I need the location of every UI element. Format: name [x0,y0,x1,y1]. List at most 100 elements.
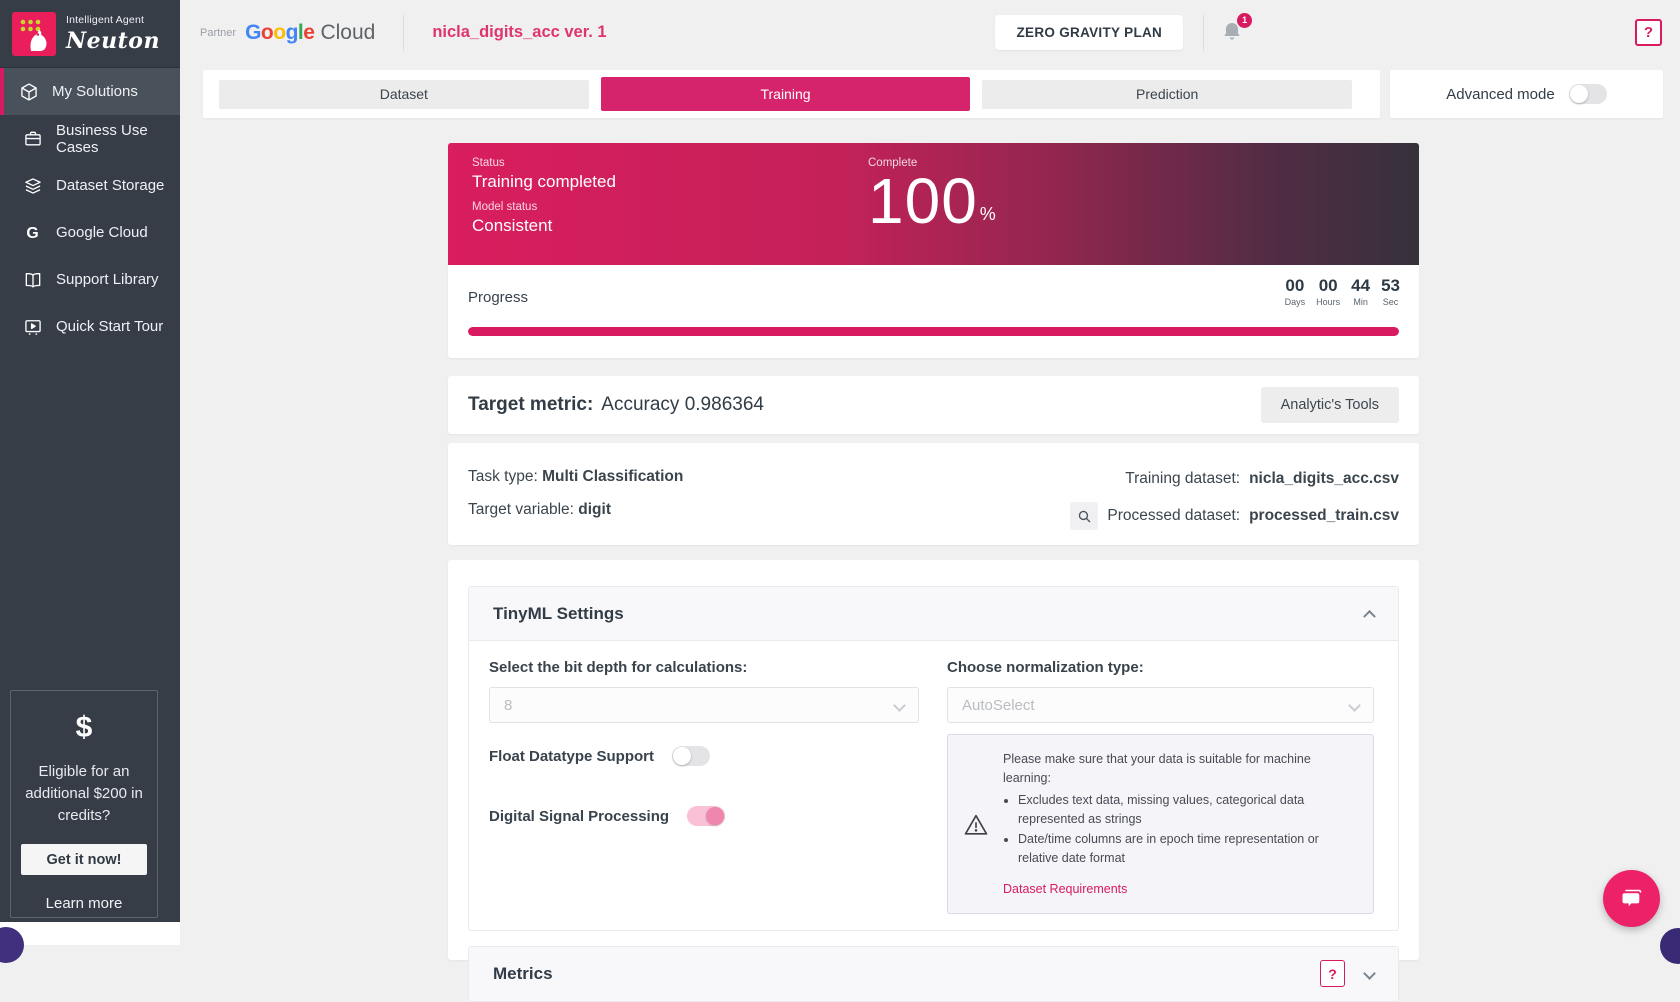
training-dataset-value: nicla_digits_acc.csv [1249,470,1399,488]
training-status-banner: Status Training completed Model status C… [448,143,1419,265]
project-name[interactable]: nicla_digits_acc ver. 1 [432,23,606,42]
target-metric-value: Accuracy 0.986364 [601,394,764,415]
warning-bullet: Date/time columns are in epoch time repr… [1018,830,1357,869]
plan-button[interactable]: ZERO GRAVITY PLAN [995,15,1183,50]
target-variable-label: Target variable: [468,501,578,518]
tab-prediction[interactable]: Prediction [982,80,1352,109]
sidebar-item-my-solutions[interactable]: My Solutions [0,68,180,115]
task-info-card: Task type: Multi Classification Target v… [448,443,1419,545]
normalization-select[interactable]: AutoSelect [947,687,1374,723]
sidebar-item-label: My Solutions [52,83,138,100]
sidebar-item-business-use-cases[interactable]: Business Use Cases [0,115,180,162]
metrics-section: Metrics ? [468,946,1399,1002]
timer-sec: 53 [1381,276,1400,296]
bit-depth-value: 8 [504,697,512,714]
google-logo-letters: Google [245,21,314,45]
timer-hours: 00 [1316,276,1340,296]
float-support-toggle[interactable] [672,746,710,766]
top-header: Partner Google Cloud nicla_digits_acc ve… [180,0,1680,65]
tinyml-settings-section: TinyML Settings Select the bit depth for… [468,586,1399,931]
chat-launcher-button[interactable] [1603,870,1660,927]
partner-label: Partner [200,27,236,39]
svg-text:G: G [26,225,38,242]
notifications-bell[interactable]: 1 [1220,20,1246,46]
data-warning-box: Please make sure that your data is suita… [947,734,1374,914]
progress-card: Progress 00Days 00Hours 44Min 53Sec [448,265,1419,358]
progress-label: Progress [468,289,528,306]
advanced-mode-card: Advanced mode [1390,70,1663,118]
brand-logo[interactable]: Intelligent Agent Neuton [0,0,180,68]
timer-min: 44 [1351,276,1370,296]
warning-triangle-icon [962,811,990,839]
credits-promo-card: $ Eligible for an additional $200 in cre… [10,690,158,918]
play-screen-icon [23,317,43,337]
analytics-tools-button[interactable]: Analytic's Tools [1261,387,1399,423]
model-status-value: Consistent [472,216,616,236]
sidebar-nav: My Solutions Business Use Cases Dataset … [0,68,180,350]
sidebar-item-quick-start-tour[interactable]: Quick Start Tour [0,303,180,350]
advanced-mode-label: Advanced mode [1446,86,1554,103]
dollar-icon: $ [21,711,147,745]
sidebar: Intelligent Agent Neuton My Solutions Bu… [0,0,180,922]
model-status-label: Model status [472,201,616,213]
dataset-requirements-link[interactable]: Dataset Requirements [1003,880,1127,899]
sidebar-bottom-strip [0,922,180,945]
header-divider [403,15,404,51]
tab-training[interactable]: Training [601,77,971,111]
normalization-label: Choose normalization type: [947,659,1374,676]
metrics-header[interactable]: Metrics ? [469,947,1398,1001]
chevron-up-icon[interactable] [1363,610,1376,623]
cube-icon [19,82,39,102]
elapsed-timer: 00Days 00Hours 44Min 53Sec [1285,276,1400,307]
chevron-down-icon[interactable] [1363,967,1376,980]
sidebar-item-label: Quick Start Tour [56,318,163,335]
sidebar-item-label: Dataset Storage [56,177,164,194]
target-metric-card: Target metric: Accuracy 0.986364 Analytic… [448,376,1419,434]
notification-badge: 1 [1237,13,1252,28]
chevron-down-icon [1348,699,1361,712]
google-cloud-logo: Google Cloud [245,21,375,45]
tab-bar: Dataset Training Prediction [203,70,1380,118]
briefcase-icon [23,129,43,149]
metrics-help-button[interactable]: ? [1320,960,1345,987]
dsp-toggle[interactable] [687,806,725,826]
advanced-mode-toggle[interactable] [1569,84,1607,104]
sidebar-item-google-cloud[interactable]: G Google Cloud [0,209,180,256]
help-button[interactable]: ? [1635,19,1662,46]
book-icon [23,270,43,290]
timer-days: 00 [1285,276,1306,296]
warning-bullet: Excludes text data, missing values, cate… [1018,791,1357,830]
status-value: Training completed [472,172,616,192]
chat-bubble-icon [1617,884,1647,914]
layers-icon [23,176,43,196]
preview-dataset-button[interactable] [1070,502,1098,530]
target-variable-value: digit [578,501,611,518]
corner-widget-right[interactable] [1660,928,1680,964]
tab-dataset[interactable]: Dataset [219,80,589,109]
normalization-value: AutoSelect [962,697,1035,714]
progress-bar-fill [468,327,1399,336]
get-it-now-button[interactable]: Get it now! [21,844,147,875]
target-metric-label: Target metric: [468,394,593,415]
processed-dataset-label: Processed dataset: [1107,507,1240,525]
search-icon [1077,509,1092,524]
sidebar-item-dataset-storage[interactable]: Dataset Storage [0,162,180,209]
sidebar-item-label: Support Library [56,271,159,288]
learn-more-link[interactable]: Learn more [21,895,147,912]
tinyml-settings-header[interactable]: TinyML Settings [469,587,1398,641]
header-divider [1203,15,1204,51]
promo-text: Eligible for an additional $200 in credi… [21,761,147,826]
tinyml-settings-title: TinyML Settings [493,604,624,624]
complete-value: 100 [868,171,978,232]
processed-dataset-value: processed_train.csv [1249,507,1399,525]
warning-intro: Please make sure that your data is suita… [1003,750,1357,789]
dsp-label: Digital Signal Processing [489,808,669,825]
sidebar-item-label: Business Use Cases [56,122,180,156]
chevron-down-icon [893,699,906,712]
task-type-label: Task type: [468,468,542,485]
sidebar-item-support-library[interactable]: Support Library [0,256,180,303]
training-dataset-label: Training dataset: [1125,470,1240,488]
bit-depth-select[interactable]: 8 [489,687,919,723]
task-type-value: Multi Classification [542,468,683,485]
sidebar-item-label: Google Cloud [56,224,148,241]
